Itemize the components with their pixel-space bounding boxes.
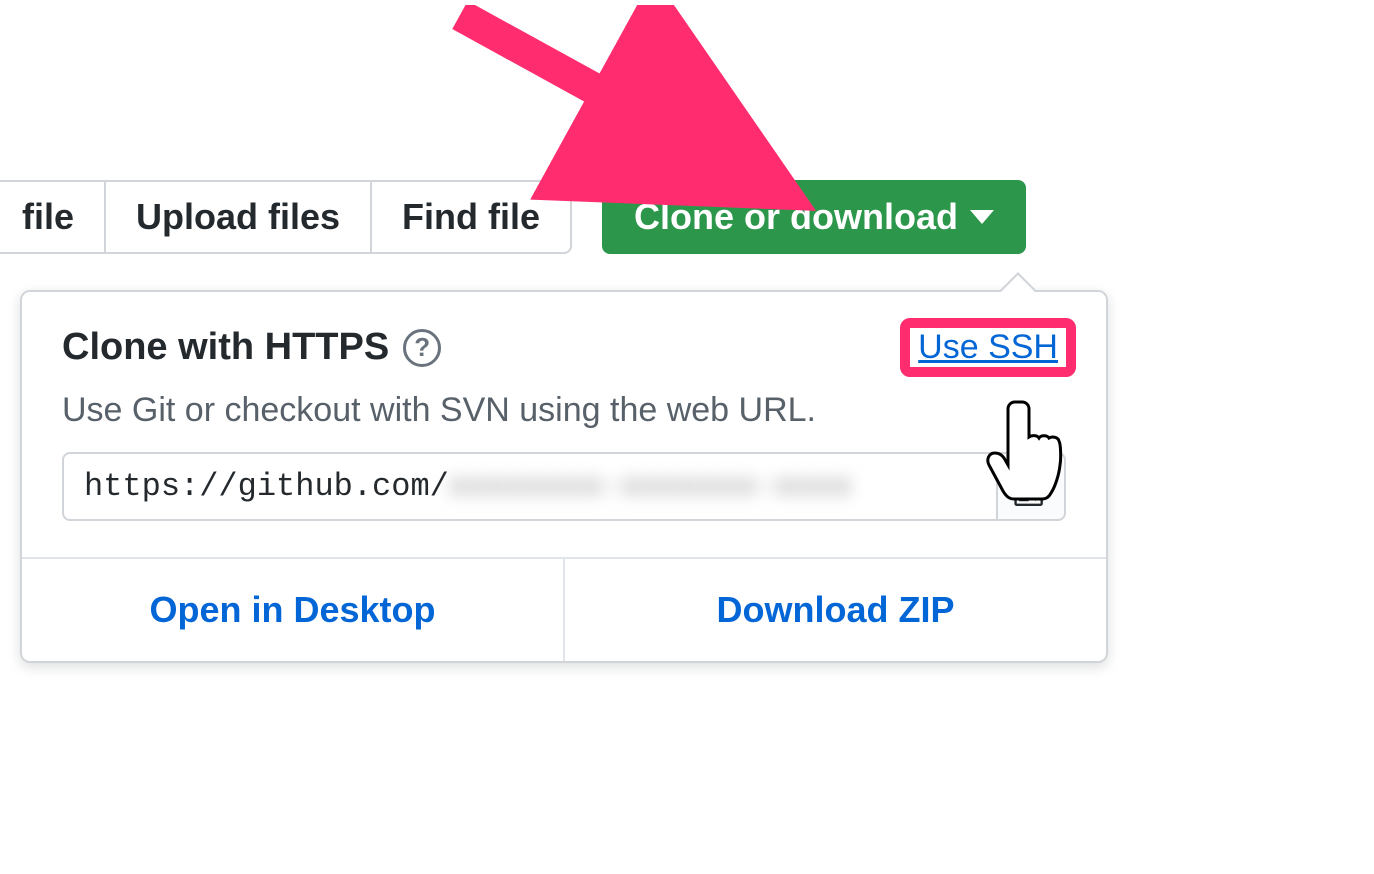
use-ssh-link[interactable]: Use SSH	[910, 326, 1066, 368]
new-file-button[interactable]: file	[0, 180, 106, 254]
clone-url-obscured: xxxxxxxx-xxxxxxx-xxxx	[449, 468, 852, 505]
upload-files-button[interactable]: Upload files	[106, 180, 372, 254]
clone-or-download-button[interactable]: Clone or download	[602, 180, 1026, 254]
clone-description: Use Git or checkout with SVN using the w…	[62, 391, 1066, 430]
help-icon[interactable]: ?	[403, 329, 441, 367]
clipboard-icon	[1014, 468, 1048, 506]
clone-title-text: Clone with HTTPS	[62, 326, 389, 369]
repo-toolbar: file Upload files Find file Clone or dow…	[0, 180, 1026, 254]
upload-files-label: Upload files	[136, 196, 340, 238]
clone-or-download-label: Clone or download	[634, 196, 958, 238]
open-in-desktop-button[interactable]: Open in Desktop	[22, 559, 563, 661]
clone-title-heading: Clone with HTTPS ?	[62, 326, 441, 369]
popover-footer: Open in Desktop Download ZIP	[22, 557, 1106, 661]
clone-popover: Clone with HTTPS ? Use SSH Use Git or ch…	[20, 290, 1108, 663]
clone-url-input[interactable]: https://github.com/xxxxxxxx-xxxxxxx-xxxx	[62, 452, 996, 521]
clone-url-prefix: https://github.com/	[84, 468, 449, 505]
clone-url-row: https://github.com/xxxxxxxx-xxxxxxx-xxxx	[62, 452, 1066, 521]
clone-header-row: Clone with HTTPS ? Use SSH	[62, 326, 1066, 369]
download-zip-button[interactable]: Download ZIP	[563, 559, 1106, 661]
caret-down-icon	[970, 210, 994, 224]
popover-caret	[998, 272, 1038, 292]
find-file-button[interactable]: Find file	[372, 180, 572, 254]
new-file-label: file	[22, 196, 74, 238]
popover-body: Clone with HTTPS ? Use SSH Use Git or ch…	[22, 292, 1106, 557]
find-file-label: Find file	[402, 196, 540, 238]
copy-url-button[interactable]	[996, 452, 1066, 521]
